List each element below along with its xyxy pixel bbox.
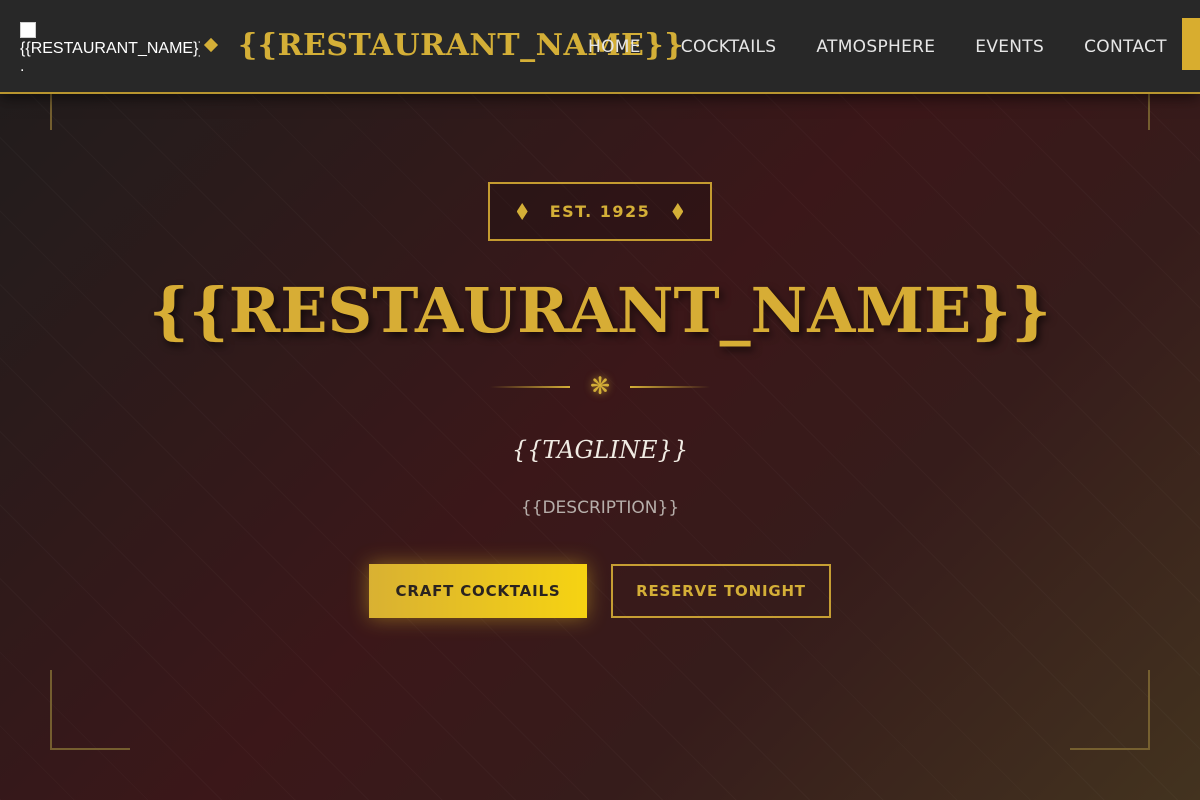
nav-cta-button-edge[interactable] [1182,18,1200,70]
nav-link-contact[interactable]: CONTACT [1084,34,1167,60]
logo-alt-text: {{RESTAURANT_NAME}} [20,40,200,57]
page: {{RESTAURANT_NAME}} . {{RESTAURANT_NAME}… [0,0,1200,800]
craft-cocktails-button[interactable]: CRAFT COCKTAILS [369,564,587,618]
established-badge: EST. 1925 [488,182,712,241]
nav-link-cocktails[interactable]: COCKTAILS [681,34,777,60]
nav-menu: HOME COCKTAILS ATMOSPHERE EVENTS CONTACT [588,34,1167,60]
diamond-icon [516,203,528,220]
corner-ornament-bottom-left [50,670,130,750]
reserve-tonight-button[interactable]: RESERVE TONIGHT [611,564,831,618]
corner-ornament-bottom-right [1070,670,1150,750]
nav-link-home[interactable]: HOME [588,34,641,60]
broken-image-icon [20,22,36,38]
diamond-icon [203,37,219,53]
logo-image[interactable]: {{RESTAURANT_NAME}} . [20,22,200,72]
navbar: {{RESTAURANT_NAME}} . {{RESTAURANT_NAME}… [0,0,1200,94]
established-text: EST. 1925 [549,202,651,221]
nav-link-atmosphere[interactable]: ATMOSPHERE [816,34,935,60]
logo-alt-trailing-char: . [20,58,25,72]
hero-tagline: {{TAGLINE}} [511,436,689,464]
nav-link-events[interactable]: EVENTS [975,34,1044,60]
divider-line-right [630,386,710,388]
hero-description: {{DESCRIPTION}} [520,498,680,518]
divider-line-left [490,386,570,388]
hero-background [0,0,1200,800]
hero-title: {{RESTAURANT_NAME}} [148,274,1052,347]
diamond-icon [672,203,684,220]
flower-asterisk-icon: ❋ [589,372,611,400]
